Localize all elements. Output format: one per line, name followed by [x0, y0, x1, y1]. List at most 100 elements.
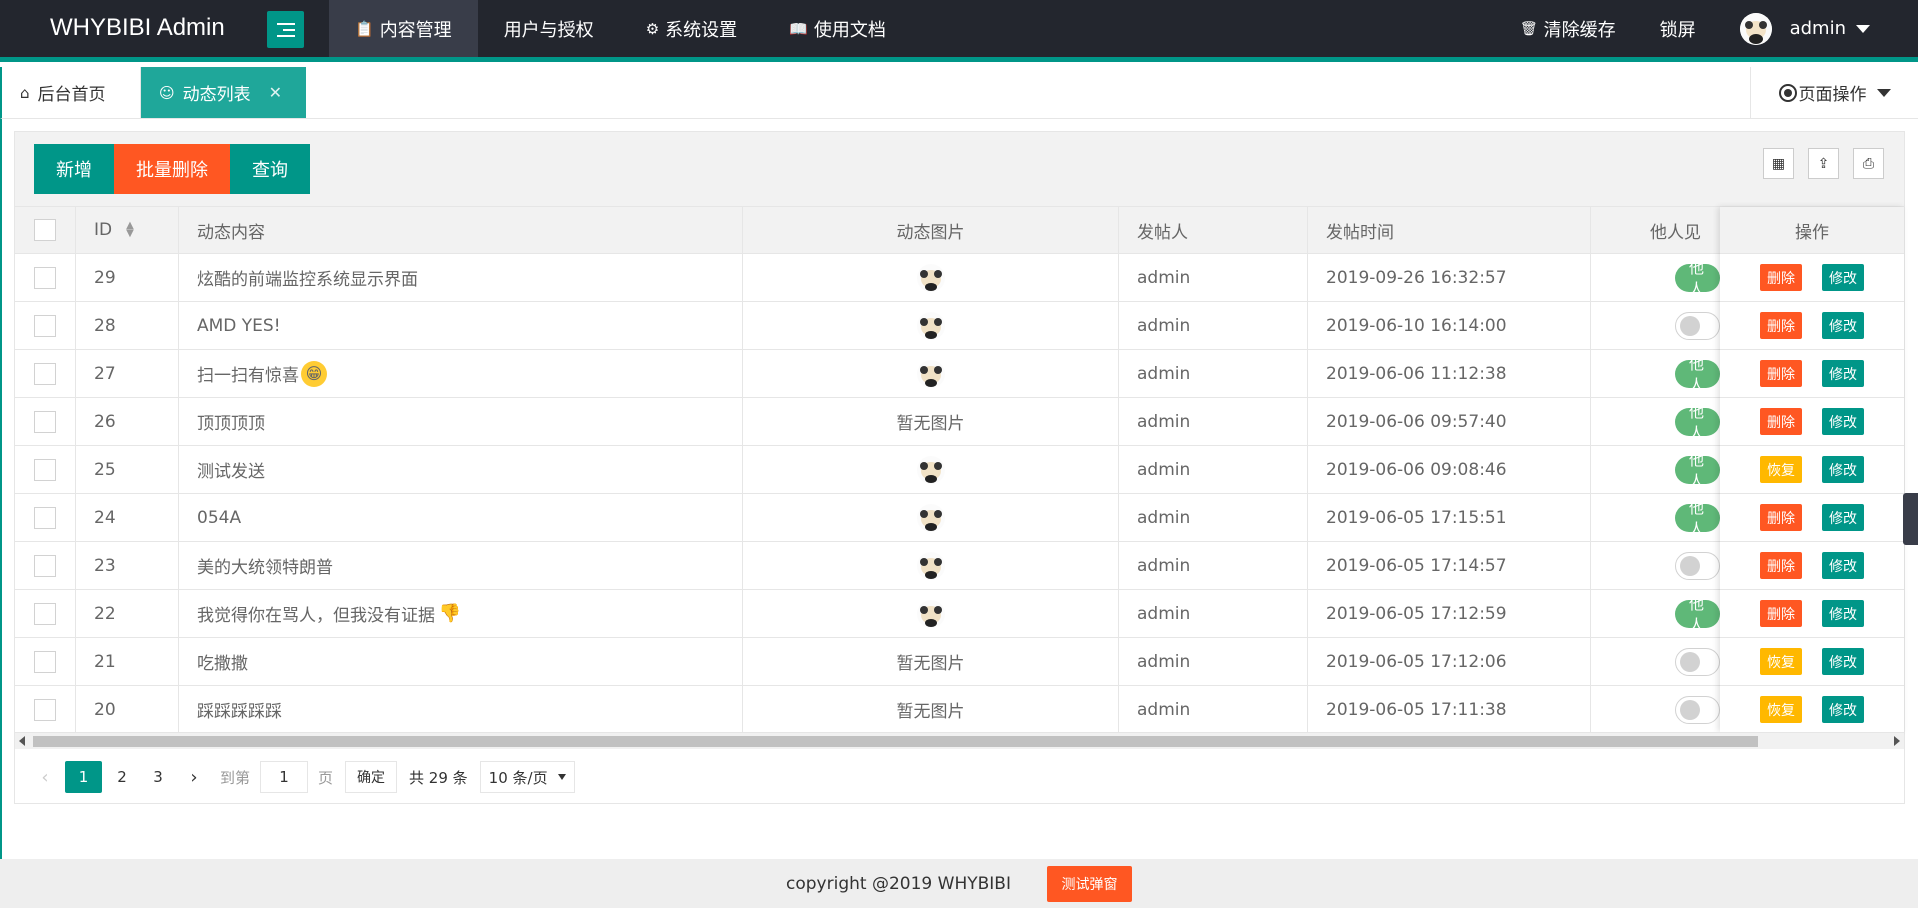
cell-id: 27	[76, 350, 179, 397]
edit-button[interactable]: 修改	[1822, 552, 1864, 579]
edit-button[interactable]: 修改	[1822, 504, 1864, 531]
nav-content-management[interactable]: 📋 内容管理	[329, 0, 478, 57]
close-icon[interactable]: ✕	[269, 83, 282, 102]
print-icon[interactable]: ⎙	[1853, 148, 1884, 179]
delete-button[interactable]: 删除	[1760, 600, 1802, 627]
edit-button[interactable]: 修改	[1822, 312, 1864, 339]
restore-button[interactable]: 恢复	[1760, 648, 1802, 675]
horizontal-scrollbar[interactable]	[15, 732, 1904, 749]
row-checkbox[interactable]	[34, 266, 56, 289]
cell-content: 踩踩踩踩踩	[179, 686, 743, 733]
delete-button[interactable]: 删除	[1760, 504, 1802, 531]
export-icon[interactable]: ⇪	[1808, 148, 1839, 179]
tab-feed-list[interactable]: ☺ 动态列表 ✕	[141, 67, 306, 118]
visibility-switch[interactable]	[1675, 311, 1720, 340]
visibility-switch[interactable]: 他人	[1675, 499, 1720, 538]
scroll-thumb[interactable]	[33, 736, 1758, 747]
nav-system-settings[interactable]: ⚙ 系统设置	[620, 0, 763, 57]
row-checkbox[interactable]	[34, 314, 56, 337]
row-checkbox[interactable]	[34, 554, 56, 577]
visibility-switch[interactable]: 他人	[1675, 451, 1720, 490]
tab-home[interactable]: ⌂ 后台首页	[2, 67, 141, 118]
visibility-switch[interactable]	[1675, 695, 1720, 724]
page-3[interactable]: 3	[142, 761, 174, 793]
goto-label: 到第	[220, 768, 251, 787]
row-checkbox[interactable]	[34, 602, 56, 625]
page-1[interactable]: 1	[65, 761, 102, 793]
edit-button[interactable]: 修改	[1822, 360, 1864, 387]
edit-button[interactable]: 修改	[1822, 600, 1864, 627]
cell-image	[743, 302, 1119, 349]
row-checkbox[interactable]	[34, 410, 56, 433]
visibility-switch[interactable]	[1675, 551, 1720, 580]
nav-users-auth[interactable]: 用户与授权	[478, 0, 620, 57]
select-all-checkbox[interactable]	[34, 219, 56, 241]
visibility-switch[interactable]: 他人	[1675, 403, 1720, 442]
visibility-switch[interactable]	[1675, 647, 1720, 676]
edit-button[interactable]: 修改	[1822, 648, 1864, 675]
restore-button[interactable]: 恢复	[1760, 696, 1802, 723]
row-checkbox[interactable]	[34, 698, 56, 721]
menu-toggle-button[interactable]	[267, 11, 304, 48]
total-count: 共 29 条	[409, 768, 468, 787]
header-id[interactable]: ID ▲ ▼	[76, 207, 179, 253]
page-2[interactable]: 2	[106, 761, 138, 793]
nav-docs[interactable]: 📖 使用文档	[763, 0, 912, 57]
target-icon	[1778, 83, 1797, 102]
row-checkbox[interactable]	[34, 506, 56, 529]
query-button[interactable]: 查询	[230, 144, 310, 194]
scroll-left-icon[interactable]	[19, 736, 25, 746]
row-checkbox[interactable]	[34, 362, 56, 385]
lock-screen-button[interactable]: 锁屏	[1638, 16, 1718, 42]
user-menu[interactable]: admin	[1718, 12, 1918, 45]
content-text: 美的大统领特朗普	[197, 558, 333, 578]
batch-delete-button[interactable]: 批量删除	[114, 144, 230, 194]
visibility-switch[interactable]: 他人	[1675, 355, 1720, 394]
cell-content: 炫酷的前端监控系统显示界面	[179, 254, 743, 301]
prev-page-icon[interactable]: ‹	[29, 761, 61, 793]
delete-button[interactable]: 删除	[1760, 360, 1802, 387]
scroll-right-icon[interactable]	[1894, 736, 1900, 746]
visibility-switch[interactable]: 他人	[1675, 595, 1720, 634]
add-button[interactable]: 新增	[34, 144, 114, 194]
restore-button[interactable]: 恢复	[1760, 456, 1802, 483]
actions-row: 删除 修改	[1720, 350, 1904, 398]
edit-button[interactable]: 修改	[1822, 264, 1864, 291]
delete-button[interactable]: 删除	[1760, 264, 1802, 291]
post-image-thumbnail[interactable]	[915, 310, 946, 341]
post-image-thumbnail[interactable]	[915, 598, 946, 629]
cell-content: 顶顶顶顶	[179, 398, 743, 445]
cell-id: 29	[76, 254, 179, 301]
per-page-select[interactable]: 10 条/页	[479, 761, 575, 793]
edit-button[interactable]: 修改	[1822, 408, 1864, 435]
delete-button[interactable]: 删除	[1760, 552, 1802, 579]
edit-button[interactable]: 修改	[1822, 456, 1864, 483]
side-float-widget[interactable]	[1903, 493, 1918, 545]
delete-button[interactable]: 删除	[1760, 408, 1802, 435]
goto-confirm-button[interactable]: 确定	[345, 761, 398, 793]
edit-button[interactable]: 修改	[1822, 696, 1864, 723]
test-popup-button[interactable]: 测试弹窗	[1046, 865, 1132, 902]
goto-page-input[interactable]: 1	[260, 761, 309, 793]
row-checkbox[interactable]	[34, 650, 56, 673]
cell-id: 21	[76, 638, 179, 685]
cell-time: 2019-06-05 17:11:38	[1308, 686, 1591, 733]
clear-cache-button[interactable]: 🗑 清除缓存	[1498, 16, 1638, 42]
post-image-thumbnail[interactable]	[915, 454, 946, 485]
actions-row: 恢复 修改	[1720, 686, 1904, 734]
delete-button[interactable]: 删除	[1760, 312, 1802, 339]
post-image-thumbnail[interactable]	[915, 550, 946, 581]
post-image-thumbnail[interactable]	[915, 262, 946, 293]
post-image-thumbnail[interactable]	[915, 502, 946, 533]
row-checkbox-cell	[15, 446, 76, 493]
row-checkbox[interactable]	[34, 458, 56, 481]
post-image-thumbnail[interactable]	[915, 358, 946, 389]
page-operations-dropdown[interactable]: 页面操作	[1750, 67, 1918, 118]
sort-icon[interactable]: ▲ ▼	[126, 221, 134, 239]
next-page-icon[interactable]: ›	[178, 761, 210, 793]
columns-icon[interactable]: ▦	[1763, 148, 1794, 179]
row-checkbox-cell	[15, 542, 76, 589]
cell-image	[743, 446, 1119, 493]
table-header: ID ▲ ▼ 动态内容 动态图片 发帖人 发帖时间 他人见	[15, 207, 1904, 254]
visibility-switch[interactable]: 他人	[1675, 259, 1720, 298]
